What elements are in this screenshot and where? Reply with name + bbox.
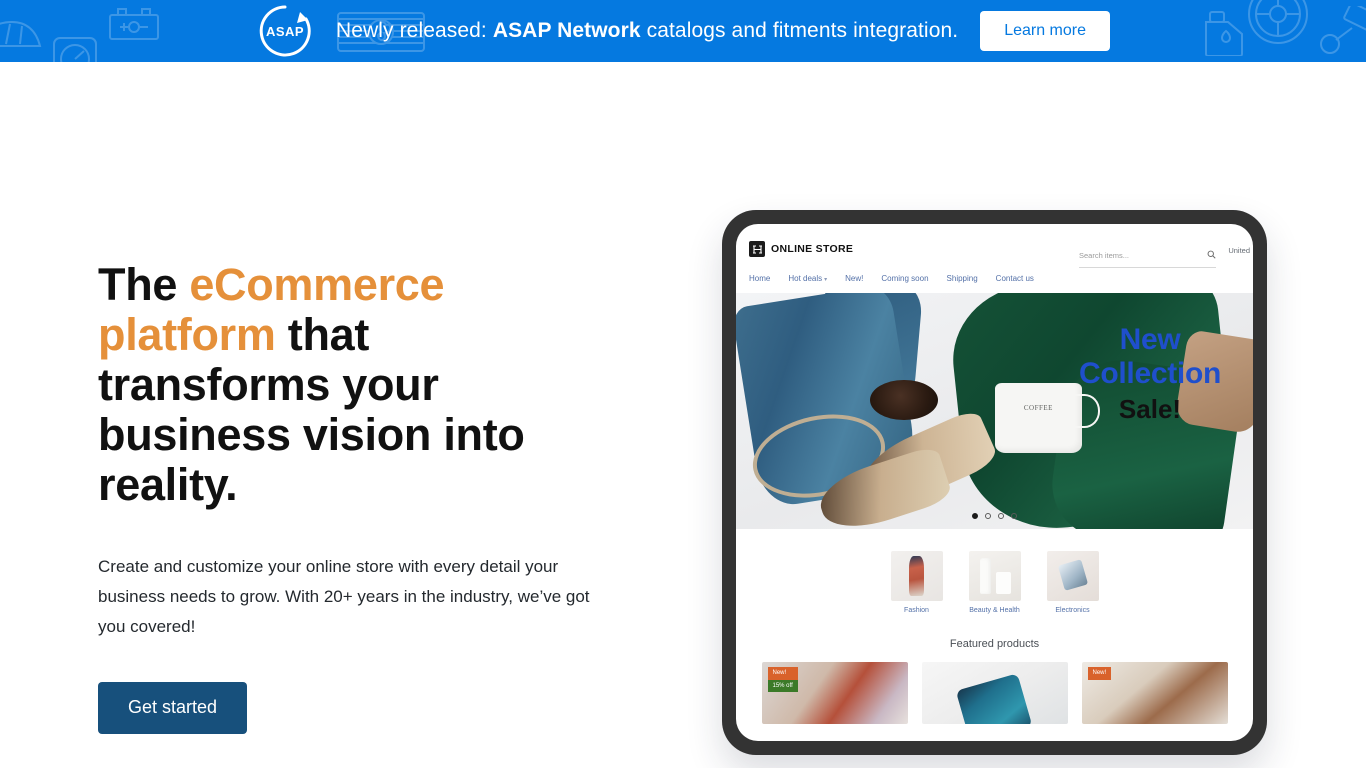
category-thumbnail — [890, 551, 943, 601]
nav-item-hot-deals[interactable]: Hot deals ▾ — [788, 274, 827, 283]
piston-icon — [1318, 6, 1366, 56]
learn-more-button[interactable]: Learn more — [980, 11, 1111, 51]
gauge-icon — [52, 36, 98, 62]
category-thumbnail — [1046, 551, 1099, 601]
search-icon[interactable] — [1207, 246, 1216, 264]
category-label: Fashion — [904, 607, 929, 614]
store-brand-name: ONLINE STORE — [771, 243, 854, 255]
page-title: The eCommerce platform that transforms y… — [98, 260, 558, 510]
tablet-screen: ONLINE STORE United Home — [736, 224, 1253, 741]
announcement-strong: ASAP Network — [492, 19, 641, 42]
store-header: ONLINE STORE United — [736, 224, 1253, 274]
nav-label: Hot deals — [788, 274, 823, 283]
nav-label: Shipping — [946, 274, 978, 283]
product-badges: New! 15% off — [767, 667, 798, 693]
nav-label: Coming soon — [881, 274, 929, 283]
announcement-banner: ASAP Newly released: ASAP Network catalo… — [0, 0, 1366, 62]
oil-can-icon — [1196, 8, 1252, 56]
product-card[interactable]: New! — [1081, 662, 1228, 724]
svg-text:ASAP: ASAP — [266, 24, 304, 39]
region-selector[interactable]: United — [1228, 246, 1250, 255]
nav-item-new[interactable]: New! — [845, 274, 863, 283]
product-card[interactable] — [921, 662, 1068, 724]
hero-subtext: Create and customize your online store w… — [98, 557, 590, 636]
category-label: Electronics — [1055, 607, 1090, 614]
nav-label: Home — [749, 274, 771, 283]
hero-slide-line-3: Sale! — [1118, 394, 1182, 424]
carousel-dot-2[interactable] — [985, 513, 991, 519]
chevron-down-icon: ▾ — [824, 277, 828, 283]
car-icon — [0, 16, 42, 56]
store-nav: Home Hot deals ▾ New! Coming soon Shippin… — [736, 274, 1253, 293]
tablet-frame: ONLINE STORE United Home — [722, 210, 1267, 755]
featured-products-title: Featured products — [949, 638, 1040, 650]
store-brand[interactable]: ONLINE STORE — [749, 241, 853, 257]
hero-copy: The eCommerce platform that transforms y… — [98, 260, 638, 734]
status-badge-new: New! — [1087, 667, 1112, 680]
category-thumbnail — [968, 551, 1021, 601]
battery-icon — [108, 7, 160, 41]
heading-part-1: The — [98, 259, 190, 310]
product-badges: New! — [1087, 667, 1112, 680]
announcement-message: Newly released: ASAP Network catalogs an… — [336, 19, 958, 43]
nav-item-coming-soon[interactable]: Coming soon — [881, 274, 928, 283]
nav-label: Contact us — [995, 274, 1034, 283]
carousel-dot-1[interactable] — [972, 513, 978, 519]
nav-item-contact-us[interactable]: Contact us — [996, 274, 1034, 283]
category-label: Beauty & Health — [969, 607, 1020, 614]
status-badge-discount: 15% off — [767, 679, 798, 693]
get-started-button[interactable]: Get started — [98, 682, 248, 734]
nav-item-home[interactable]: Home — [749, 274, 770, 283]
category-list: Fashion Beauty & Health Electronics — [736, 529, 1253, 616]
category-card-fashion[interactable]: Fashion — [890, 551, 943, 616]
asap-logo-icon: ASAP — [256, 2, 314, 60]
store-logo-icon — [749, 241, 765, 257]
carousel-dot-4[interactable] — [1011, 513, 1017, 519]
search-input[interactable] — [1079, 250, 1179, 260]
tablet-mockup: ONLINE STORE United Home — [722, 210, 1267, 755]
status-badge-new: New! — [767, 667, 798, 680]
search-bar[interactable] — [1079, 246, 1216, 268]
category-card-electronics[interactable]: Electronics — [1046, 551, 1099, 616]
category-card-beauty-health[interactable]: Beauty & Health — [968, 551, 1021, 616]
wheel-icon — [1246, 0, 1310, 46]
announcement-suffix: catalogs and fitments integration. — [640, 19, 959, 42]
store-hero-slider: COFFEE New Collection Sale! — [736, 293, 1253, 529]
hero-slide-line-1: New — [1119, 323, 1181, 356]
nav-item-shipping[interactable]: Shipping — [947, 274, 978, 283]
announcement-prefix: Newly released: — [335, 19, 493, 42]
carousel-dots — [736, 513, 1253, 519]
featured-products-list: New! 15% off New! — [736, 662, 1253, 724]
product-card[interactable]: New! 15% off — [761, 662, 908, 724]
hero-slide-caption: New Collection Sale! — [1055, 323, 1245, 425]
hero-slide-line-2: Collection — [1078, 357, 1221, 390]
nav-label: New! — [845, 274, 864, 283]
carousel-dot-3[interactable] — [998, 513, 1004, 519]
hero-section: The eCommerce platform that transforms y… — [0, 62, 1366, 768]
